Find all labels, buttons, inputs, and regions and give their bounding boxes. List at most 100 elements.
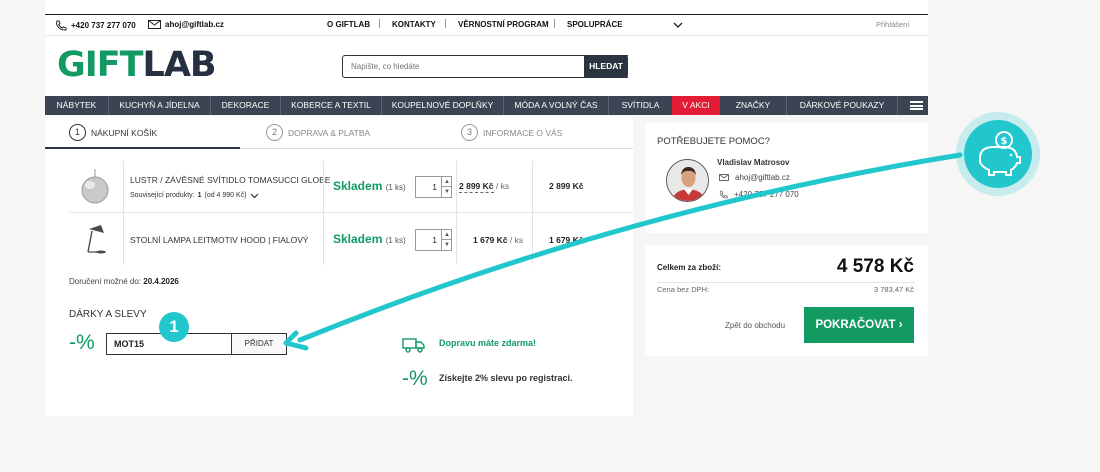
- related-price: (od 4 990 Kč): [204, 192, 247, 199]
- free-shipping-text: Dopravu máte zdarma!: [439, 338, 537, 348]
- step-label: INFORMACE O VÁS: [483, 127, 563, 138]
- topbar-link-vernostni[interactable]: VĚRNOSTNÍ PROGRAM: [458, 20, 549, 29]
- percent-icon: -%: [402, 367, 428, 390]
- help-panel: POTŘEBUJETE POMOC? Vladislav Matrosov ah…: [645, 123, 928, 233]
- stock-label: Skladem: [333, 232, 383, 246]
- help-email[interactable]: ahoj@giftlab.cz: [719, 173, 790, 182]
- nav-item-nabytek[interactable]: NÁBYTEK: [45, 96, 108, 115]
- help-title: POTŘEBUJETE POMOC?: [657, 136, 770, 147]
- total-amount: 4 578 Kč: [836, 256, 914, 277]
- unit-label: / ks: [509, 235, 524, 245]
- login-link[interactable]: Přihlášení: [876, 20, 909, 29]
- decrement-icon[interactable]: ▼: [441, 240, 452, 250]
- logo-gift: GIFT: [57, 45, 144, 85]
- stock-label: Skladem: [333, 179, 383, 193]
- unit-price-value: 2 899 Kč: [459, 181, 494, 193]
- step-label: DOPRAVA & PLATBA: [288, 127, 371, 138]
- delivery-info: Doručení možné do: 20.4.2026: [69, 277, 179, 286]
- column-divider: [323, 213, 324, 265]
- back-to-shop-link[interactable]: Zpět do obchodu: [725, 321, 785, 330]
- cart-panel: 1 NÁKUPNÍ KOŠÍK 2 DOPRAVA & PLATBA 3 INF…: [45, 116, 633, 416]
- menu-icon[interactable]: [910, 101, 923, 110]
- help-phone-text: +420 737 277 070: [734, 190, 799, 199]
- column-divider: [456, 161, 457, 213]
- phone-icon: [56, 20, 67, 31]
- mail-icon: [719, 174, 729, 181]
- step-cart[interactable]: 1 NÁKUPNÍ KOŠÍK: [69, 124, 157, 141]
- unit-price: 2 899 Kč / ks: [459, 181, 510, 193]
- topbar-phone-text: +420 737 277 070: [71, 21, 136, 30]
- related-count: 1: [197, 192, 202, 199]
- topbar-email[interactable]: ahoj@giftlab.cz: [148, 20, 224, 29]
- quantity-stepper[interactable]: 1 ▲ ▼: [415, 229, 452, 251]
- related-products[interactable]: Související produkty: 1 (od 4 990 Kč): [130, 192, 259, 199]
- column-divider: [532, 213, 533, 265]
- increment-icon[interactable]: ▲: [441, 230, 452, 240]
- stock-status: Skladem (1 ks): [333, 232, 406, 246]
- continue-button[interactable]: POKRAČOVAT ›: [804, 307, 914, 343]
- novat-label: Cena bez DPH:: [657, 285, 710, 294]
- decrement-icon[interactable]: ▼: [441, 187, 452, 197]
- quantity-stepper[interactable]: 1 ▲ ▼: [415, 176, 452, 198]
- percent-icon: -%: [69, 331, 95, 354]
- nav-item-koupelnove[interactable]: KOUPELNOVÉ DOPLŇKY: [382, 96, 503, 115]
- product-name[interactable]: LUSTR / ZÁVĚSNÉ SVÍTIDLO TOMASUCCI GLOBE: [130, 175, 330, 185]
- nav-item-kuchyn[interactable]: KUCHYŇ A JÍDELNA: [109, 96, 210, 115]
- topbar-link-kontakty[interactable]: KONTAKTY: [392, 20, 436, 29]
- help-email-text: ahoj@giftlab.cz: [735, 173, 790, 182]
- product-thumbnail[interactable]: [77, 169, 113, 205]
- totals-panel: Celkem za zboží: 4 578 Kč Cena bez DPH: …: [645, 246, 928, 356]
- column-divider: [323, 161, 324, 213]
- quantity-value[interactable]: 1: [416, 177, 441, 197]
- topbar-divider: [45, 35, 928, 36]
- nav-item-moda[interactable]: MÓDA A VOLNÝ ČAS: [504, 96, 608, 115]
- step-number: 3: [461, 124, 478, 141]
- topbar-link-o-giftlab[interactable]: O GIFTLAB: [327, 20, 370, 29]
- total-label: Celkem za zboží:: [657, 263, 722, 272]
- piggy-bank-circle: $: [964, 120, 1032, 188]
- line-total: 2 899 Kč: [549, 181, 584, 191]
- topbar-phone[interactable]: +420 737 277 070: [55, 20, 136, 31]
- unit-price: 1 679 Kč / ks: [473, 235, 523, 245]
- avatar: [666, 159, 709, 202]
- topbar-link-spoluprace[interactable]: SPOLUPRÁCE: [567, 20, 683, 29]
- nav-item-dekorace[interactable]: DEKORACE: [211, 96, 280, 115]
- quantity-value[interactable]: 1: [416, 230, 441, 250]
- step-info[interactable]: 3 INFORMACE O VÁS: [461, 124, 562, 141]
- increment-icon[interactable]: ▲: [441, 177, 452, 187]
- unit-price-value: 1 679 Kč: [473, 235, 508, 245]
- nav-item-darkove-poukazy[interactable]: DÁRKOVÉ POUKAZY: [787, 96, 897, 115]
- nav-separator: [897, 96, 898, 115]
- step-shipping[interactable]: 2 DOPRAVA & PLATBA: [266, 124, 370, 141]
- nav-item-koberce[interactable]: KOBERCE A TEXTIL: [281, 96, 381, 115]
- topbar-separator: [554, 19, 555, 28]
- nav-item-svitidla[interactable]: SVÍTIDLA: [609, 96, 672, 115]
- mail-icon: [148, 20, 161, 29]
- nav-item-v-akci[interactable]: V AKCI: [672, 96, 720, 115]
- product-thumbnail[interactable]: [77, 221, 113, 257]
- add-coupon-button[interactable]: PŘIDAT: [231, 333, 287, 355]
- chevron-down-icon: [250, 193, 258, 198]
- stock-qty: (1 ks): [385, 183, 406, 192]
- logo[interactable]: GIFTLAB: [57, 45, 217, 85]
- delivery-date: 20.4.2026: [143, 277, 179, 286]
- help-phone[interactable]: +420 737 277 070: [719, 190, 799, 199]
- novat-amount: 3 783,47 Kč: [873, 285, 914, 294]
- product-name[interactable]: STOLNÍ LAMPA LEITMOTIV HOOD | FIALOVÝ: [130, 235, 309, 245]
- column-divider: [123, 213, 124, 265]
- step-number: 2: [266, 124, 283, 141]
- search-button[interactable]: HLEDAT: [584, 55, 628, 78]
- related-label: Související produkty:: [130, 192, 195, 199]
- nav-item-znacky[interactable]: ZNAČKY: [720, 96, 786, 115]
- truck-icon: [402, 338, 425, 353]
- topbar: +420 737 277 070 ahoj@giftlab.cz O GIFTL…: [45, 15, 928, 35]
- checkout-steps: 1 NÁKUPNÍ KOŠÍK 2 DOPRAVA & PLATBA 3 INF…: [45, 116, 633, 149]
- phone-icon: [719, 190, 728, 199]
- chevron-right-icon: ›: [898, 319, 903, 331]
- register-discount-text: Získejte 2% slevu po registraci.: [439, 373, 573, 383]
- stock-status: Skladem (1 ks): [333, 179, 406, 193]
- cart-item: LUSTR / ZÁVĚSNÉ SVÍTIDLO TOMASUCCI GLOBE…: [69, 161, 633, 213]
- topbar-link-spoluprace-label: SPOLUPRÁCE: [567, 20, 623, 29]
- unit-label: / ks: [495, 181, 510, 191]
- delivery-label: Doručení možné do:: [69, 277, 142, 286]
